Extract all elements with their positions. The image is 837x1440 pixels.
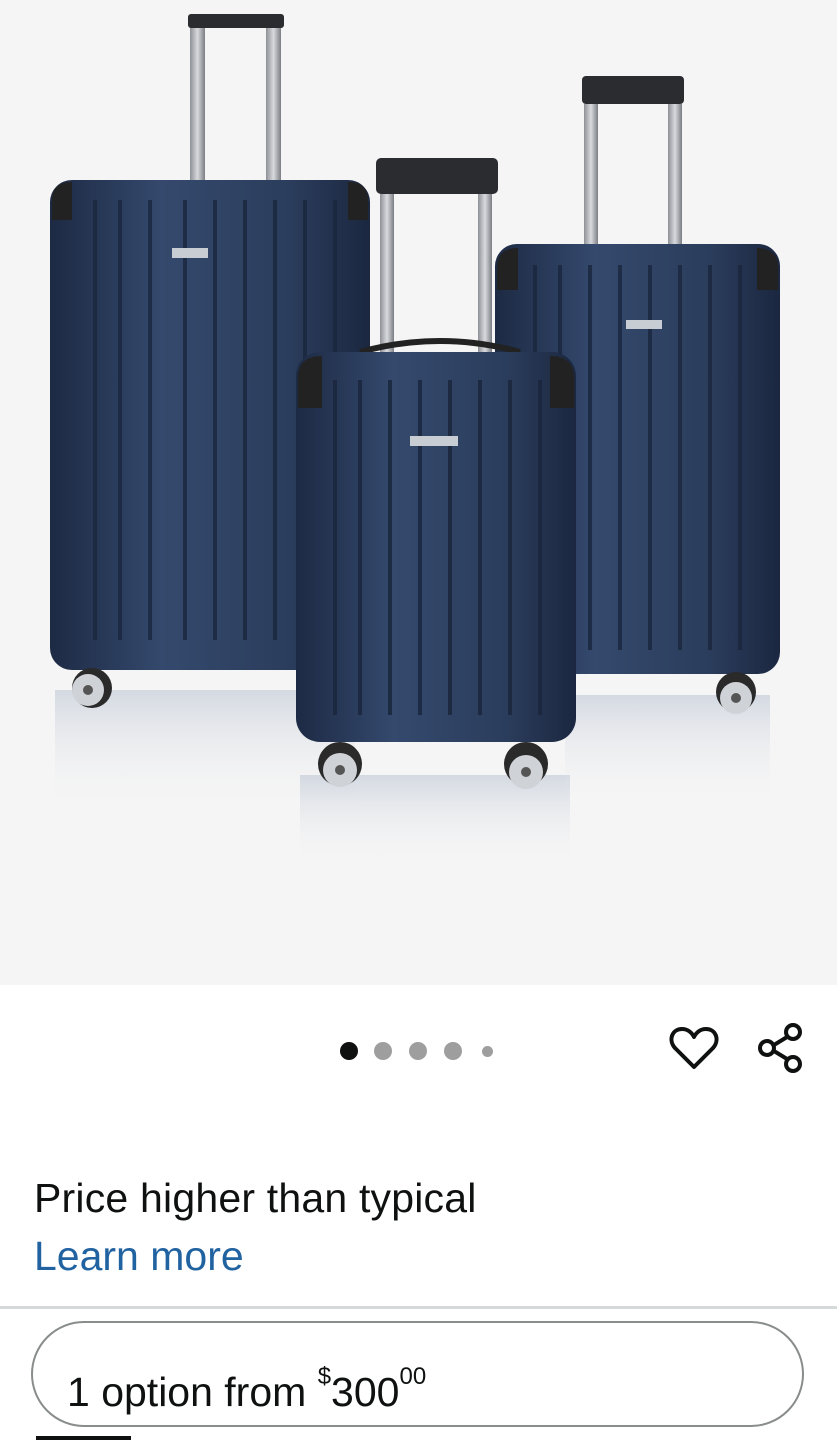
heart-outline-icon (669, 1025, 719, 1076)
price-whole: 300 (331, 1369, 400, 1415)
price-fraction: 00 (399, 1363, 427, 1390)
carousel-dot[interactable] (444, 1042, 462, 1060)
section-divider (0, 1306, 837, 1309)
carousel-dot[interactable] (374, 1042, 392, 1060)
gallery-controls (0, 1010, 837, 1092)
carousel-dot[interactable] (482, 1046, 493, 1057)
buying-options-label: 1 option from $30000 (67, 1351, 426, 1418)
share-icon (756, 1022, 804, 1079)
share-button[interactable] (752, 1022, 808, 1078)
active-tab-indicator (36, 1436, 131, 1440)
carousel-dot[interactable] (409, 1042, 427, 1060)
favorite-button[interactable] (666, 1022, 722, 1078)
currency-symbol: $ (317, 1363, 332, 1390)
product-image-gallery[interactable] (0, 0, 837, 985)
price-note: Price higher than typical (34, 1175, 477, 1221)
learn-more-link[interactable]: Learn more (34, 1230, 244, 1282)
product-image[interactable] (0, 0, 837, 985)
options-prefix: 1 option from (67, 1369, 318, 1415)
carousel-dot[interactable] (340, 1042, 358, 1060)
buying-options-button[interactable]: 1 option from $30000 (31, 1321, 804, 1427)
